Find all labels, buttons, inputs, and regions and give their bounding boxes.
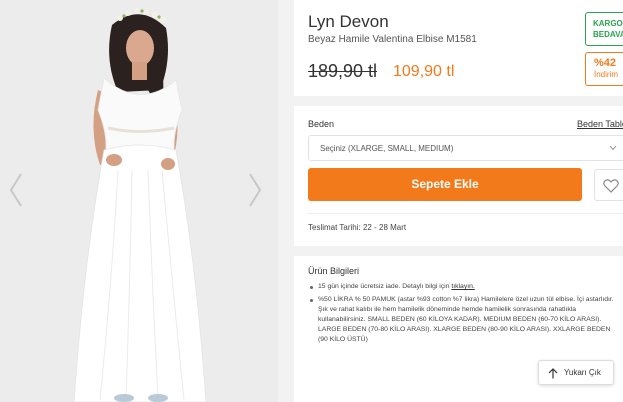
old-price: 189,90 tl [308, 61, 378, 81]
list-item: %50 LİKRA % 50 PAMUK (astar %93 cotton %… [310, 295, 622, 345]
chevron-down-icon [609, 145, 617, 151]
back-to-top-label: Yukarı Çık [564, 368, 601, 377]
discount-label: İndirim [594, 70, 619, 79]
delivery-date: Teslimat Tarihi: 22 - 28 Mart [308, 223, 407, 232]
discount-badge: %42 İndirim [585, 52, 623, 86]
arrow-up-icon [548, 368, 558, 379]
free-shipping-badge: KARGO BEDAVA [585, 12, 623, 46]
size-label: Beden [308, 119, 335, 129]
divider [308, 213, 623, 214]
size-table-link[interactable]: Beden Tablosu [577, 119, 623, 129]
back-to-top-button[interactable]: Yukarı Çık [538, 360, 614, 385]
product-photo [0, 0, 278, 402]
discount-percent: %42 [594, 57, 617, 69]
chevron-left-icon[interactable] [6, 170, 26, 210]
heart-icon [603, 179, 619, 193]
product-name: Beyaz Hamile Valentina Elbise M1581 [308, 34, 477, 45]
favorite-button[interactable] [594, 169, 623, 201]
new-price: 109,90 tl [393, 63, 455, 80]
product-info-title: Ürün Bilgileri [308, 266, 360, 276]
product-image-gallery [0, 0, 278, 402]
add-to-cart-button[interactable]: Sepete Ekle [308, 168, 582, 201]
product-info-list: 15 gün içinde ücretsiz iade. Detaylı bil… [310, 282, 622, 348]
size-select-value: Seçiniz (XLARGE, SMALL, MEDIUM) [320, 144, 454, 153]
product-header-card: Lyn Devon Beyaz Hamile Valentina Elbise … [294, 0, 623, 96]
product-detail-panel: Lyn Devon Beyaz Hamile Valentina Elbise … [294, 0, 623, 402]
chevron-right-icon[interactable] [245, 170, 265, 210]
size-select[interactable]: Seçiniz (XLARGE, SMALL, MEDIUM) [308, 135, 623, 161]
product-description: %50 LİKRA % 50 PAMUK (astar %93 cotton %… [318, 296, 614, 343]
size-selection-card: Beden Beden Tablosu Seçiniz (XLARGE, SMA… [294, 106, 623, 246]
list-item: 15 gün içinde ücretsiz iade. Detaylı bil… [310, 282, 622, 292]
return-policy-link[interactable]: tıklayın. [451, 283, 474, 290]
return-policy-text: 15 gün içinde ücretsiz iade. Detaylı bil… [318, 283, 450, 290]
brand-name[interactable]: Lyn Devon [308, 12, 389, 32]
